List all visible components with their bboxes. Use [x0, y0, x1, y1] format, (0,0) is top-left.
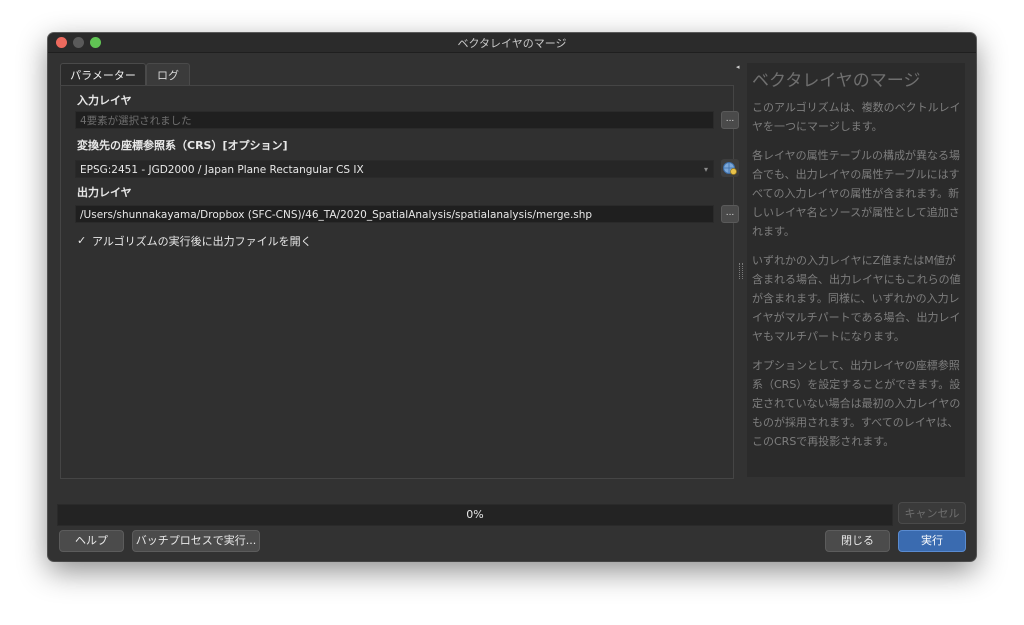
- globe-projection-icon: [723, 162, 737, 175]
- close-button[interactable]: 閉じる: [825, 530, 890, 552]
- open-output-label: アルゴリズムの実行後に出力ファイルを開く: [92, 235, 312, 248]
- help-title: ベクタレイヤのマージ: [752, 71, 921, 91]
- crs-select[interactable]: EPSG:2451 - JGD2000 / Japan Plane Rectan…: [75, 160, 714, 178]
- input-layer-select-button[interactable]: ...: [721, 111, 739, 129]
- panel-splitter-handle[interactable]: [739, 263, 743, 279]
- merge-vector-layers-dialog: ベクタレイヤのマージ パラメーター ログ 入力レイヤ 4要素が選択されました .…: [48, 33, 976, 561]
- run-button[interactable]: 実行: [898, 530, 966, 552]
- open-output-checkbox-row[interactable]: ✓ アルゴリズムの実行後に出力ファイルを開く: [77, 233, 312, 249]
- open-output-checkbox[interactable]: ✓: [77, 235, 87, 247]
- help-paragraph: オプションとして、出力レイヤの座標参照系（CRS）を設定することができます。設定…: [752, 359, 961, 448]
- input-layer-label: 入力レイヤ: [77, 94, 132, 107]
- help-paragraph: 各レイヤの属性テーブルの構成が異なる場合でも、出力レイヤの属性テーブルにはすべて…: [752, 149, 961, 238]
- output-layer-browse-button[interactable]: ...: [721, 205, 739, 223]
- output-layer-field[interactable]: /Users/shunnakayama/Dropbox (SFC-CNS)/46…: [75, 205, 714, 223]
- help-button[interactable]: ヘルプ: [59, 530, 124, 552]
- chevron-down-icon: ▾: [703, 165, 708, 174]
- progress-text: 0%: [466, 508, 484, 521]
- input-layer-field[interactable]: 4要素が選択されました: [75, 111, 714, 129]
- help-paragraph: いずれかの入力レイヤにZ値またはM値が含まれる場合、出力レイヤにもこれらの値が含…: [752, 254, 961, 343]
- crs-selector-button[interactable]: [721, 159, 739, 177]
- progress-bar: 0%: [57, 504, 893, 526]
- tab-parameters[interactable]: パラメーター: [60, 63, 146, 85]
- help-panel: ベクタレイヤのマージ このアルゴリズムは、複数のベクトルレイヤを一つにマージしま…: [747, 63, 965, 477]
- cancel-button[interactable]: キャンセル: [898, 502, 966, 524]
- title-bar[interactable]: ベクタレイヤのマージ: [48, 33, 976, 53]
- window-title: ベクタレイヤのマージ: [457, 37, 567, 50]
- output-layer-label: 出力レイヤ: [77, 186, 132, 199]
- crs-selected-value: EPSG:2451 - JGD2000 / Japan Plane Rectan…: [80, 164, 364, 176]
- crs-label: 変換先の座標参照系（CRS）[オプション]: [77, 139, 288, 152]
- run-as-batch-button[interactable]: バッチプロセスで実行...: [132, 530, 260, 552]
- help-body: このアルゴリズムは、複数のベクトルレイヤを一つにマージします。 各レイヤの属性テ…: [752, 98, 964, 461]
- collapse-help-icon[interactable]: ◂: [736, 63, 740, 71]
- tab-log[interactable]: ログ: [146, 63, 190, 85]
- parameters-panel: 入力レイヤ 4要素が選択されました ... 変換先の座標参照系（CRS）[オプシ…: [60, 85, 739, 479]
- help-paragraph: このアルゴリズムは、複数のベクトルレイヤを一つにマージします。: [752, 101, 961, 133]
